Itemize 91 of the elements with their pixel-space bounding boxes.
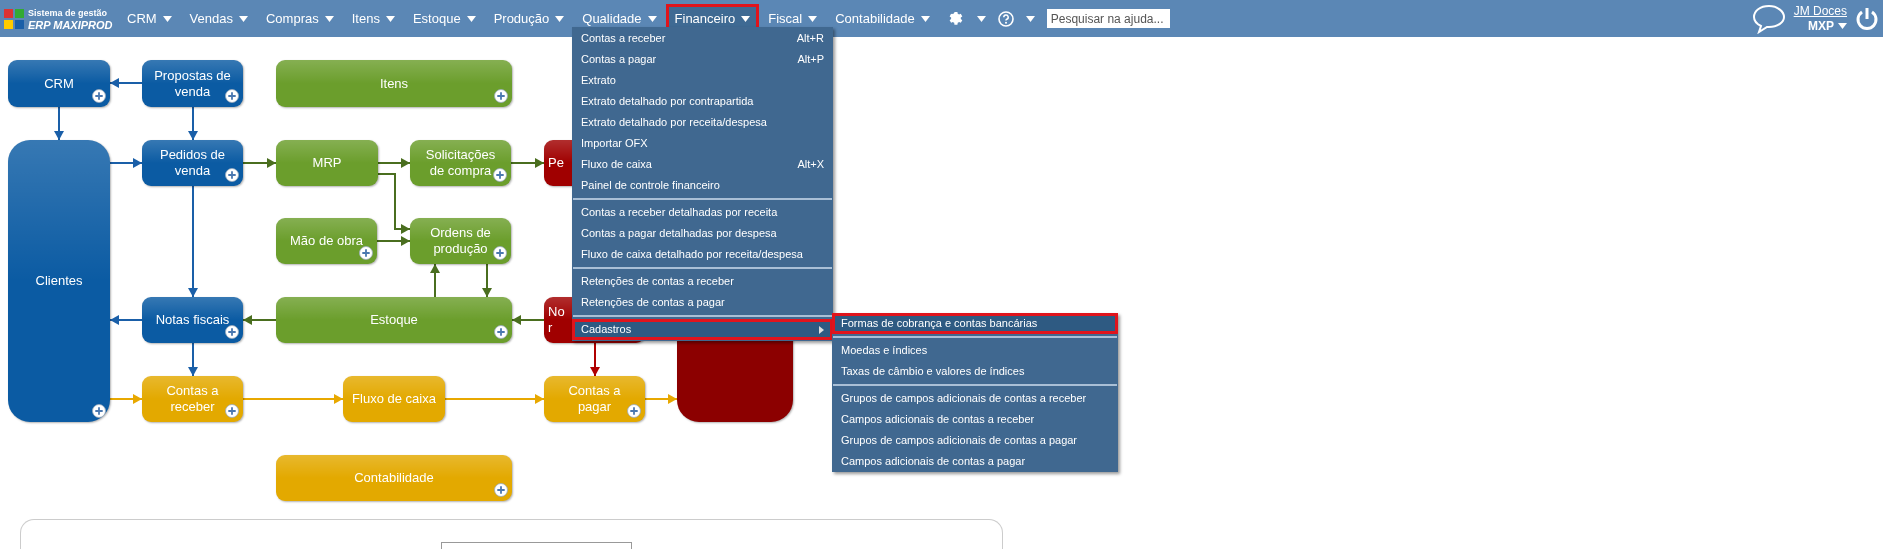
menu-item[interactable]: Importar OFX — [572, 133, 833, 154]
flow-node[interactable]: Itens — [276, 60, 512, 107]
caret-icon — [920, 15, 930, 22]
connector-arrow — [109, 315, 143, 325]
logo-title: ERP MAXIPROD — [28, 18, 113, 31]
flow-node[interactable]: MRP — [276, 140, 378, 186]
nav-menu-item[interactable]: Itens — [342, 3, 404, 34]
flow-node[interactable]: Ordens de produção — [410, 218, 511, 264]
add-icon[interactable] — [627, 404, 641, 418]
add-icon[interactable] — [225, 404, 239, 418]
flow-node[interactable]: Mão de obra — [276, 218, 377, 264]
connector-arrow — [377, 158, 411, 168]
add-icon[interactable] — [92, 404, 106, 418]
menu-item[interactable]: Taxas de câmbio e valores de índices — [832, 361, 1118, 382]
logo-icon — [4, 8, 24, 29]
connector-arrow — [590, 342, 600, 377]
connector-arrow — [188, 342, 198, 377]
menu-item[interactable]: Painel de controle financeiro — [572, 175, 833, 196]
caret-icon — [162, 15, 172, 22]
caret-icon — [1838, 23, 1847, 29]
menu-item[interactable]: Contas a pagar Alt+P — [572, 49, 833, 70]
menu-item[interactable]: Cadastros — [572, 319, 833, 340]
menu-item[interactable]: Retenções de contas a receber — [572, 271, 833, 292]
menu-item[interactable]: Formas de cobrança e contas bancárias — [832, 313, 1118, 334]
nav-menu-item[interactable]: Compras — [257, 3, 343, 34]
company-link[interactable]: JM Doces — [1793, 3, 1847, 19]
add-icon[interactable] — [494, 89, 508, 103]
search-field[interactable]: Pesquisar na ajuda... — [1046, 9, 1170, 28]
submenu-arrow-icon — [819, 325, 824, 334]
menu-item[interactable]: Campos adicionais de contas a receber — [832, 409, 1118, 430]
company-code-dropdown[interactable]: MXP — [1808, 18, 1847, 34]
caret-icon — [741, 15, 751, 22]
power-icon[interactable] — [1855, 5, 1879, 32]
connector-arrow — [376, 236, 411, 246]
flow-node[interactable]: Solicitações de compra — [410, 140, 511, 186]
menu-item[interactable]: Extrato — [572, 70, 833, 91]
menu-item[interactable]: Fluxo de caixa Alt+X — [572, 154, 833, 175]
add-icon[interactable] — [494, 325, 508, 339]
connector-arrow — [188, 106, 198, 141]
caret-icon — [466, 15, 476, 22]
connector-arrow — [482, 263, 492, 298]
connector-arrow — [644, 394, 678, 404]
caret-icon[interactable] — [976, 15, 986, 22]
caret-icon — [647, 15, 657, 22]
menu-item[interactable]: Extrato detalhado por contrapartida — [572, 91, 833, 112]
menu-item[interactable]: Contas a receber detalhadas por receita — [572, 202, 833, 223]
caret-icon — [239, 15, 248, 22]
help-icon[interactable] — [997, 10, 1014, 27]
add-icon[interactable] — [493, 168, 507, 182]
menu-item[interactable]: Fluxo de caixa detalhado por receita/despesa — [572, 244, 833, 265]
connector-arrow — [109, 78, 143, 88]
menu-item[interactable]: Campos adicionais de contas a pagar — [832, 451, 1118, 472]
connector-arrow — [430, 263, 440, 298]
connector-arrow — [54, 106, 64, 141]
caret-icon — [808, 15, 818, 22]
add-icon[interactable] — [92, 89, 106, 103]
nav-menu-item[interactable]: CRM — [118, 3, 181, 34]
menu-item[interactable]: Grupos de campos adicionais de contas a receber — [832, 388, 1118, 409]
nav-menu-item[interactable]: Vendas — [180, 3, 257, 34]
connector-arrow — [109, 158, 143, 168]
menu-item[interactable]: Retenções de contas a pagar — [572, 292, 833, 313]
menu-item[interactable]: Moedas e índices — [832, 340, 1118, 361]
nav-menu-item[interactable]: Estoque — [403, 3, 485, 34]
add-icon[interactable] — [225, 89, 239, 103]
add-icon[interactable] — [225, 325, 239, 339]
connector-arrow — [109, 394, 143, 404]
flow-node[interactable]: CRM — [8, 60, 110, 107]
caret-icon — [555, 15, 565, 22]
nav-menu-item[interactable]: Produção — [484, 3, 574, 34]
add-icon[interactable] — [493, 246, 507, 260]
logo-subtitle: Sistema de gestão — [28, 6, 109, 19]
flow-node[interactable]: Clientes — [8, 140, 110, 422]
caret-icon — [385, 15, 395, 22]
connector-arrow — [511, 315, 545, 325]
add-icon[interactable] — [225, 168, 239, 182]
menu-item[interactable]: Extrato detalhado por receita/despesa — [572, 112, 833, 133]
connector-arrow — [242, 158, 277, 168]
connector-arrow — [242, 315, 277, 325]
flow-node[interactable]: Propostas de venda — [142, 60, 243, 107]
caret-icon[interactable] — [1025, 15, 1035, 22]
flow-node[interactable]: Notas fiscais — [142, 297, 243, 343]
add-icon[interactable] — [494, 483, 508, 497]
flow-node[interactable]: Pedidos de venda — [142, 140, 243, 186]
connector-arrow — [377, 173, 411, 234]
connector-arrow — [510, 158, 545, 168]
caret-icon — [324, 15, 334, 22]
menu-item[interactable]: Grupos de campos adicionais de contas a pagar — [832, 430, 1118, 451]
add-icon[interactable] — [359, 246, 373, 260]
flow-node[interactable]: Estoque — [276, 297, 512, 343]
menu-item[interactable]: Contas a pagar detalhadas por despesa — [572, 223, 833, 244]
chat-icon[interactable] — [1751, 3, 1786, 34]
